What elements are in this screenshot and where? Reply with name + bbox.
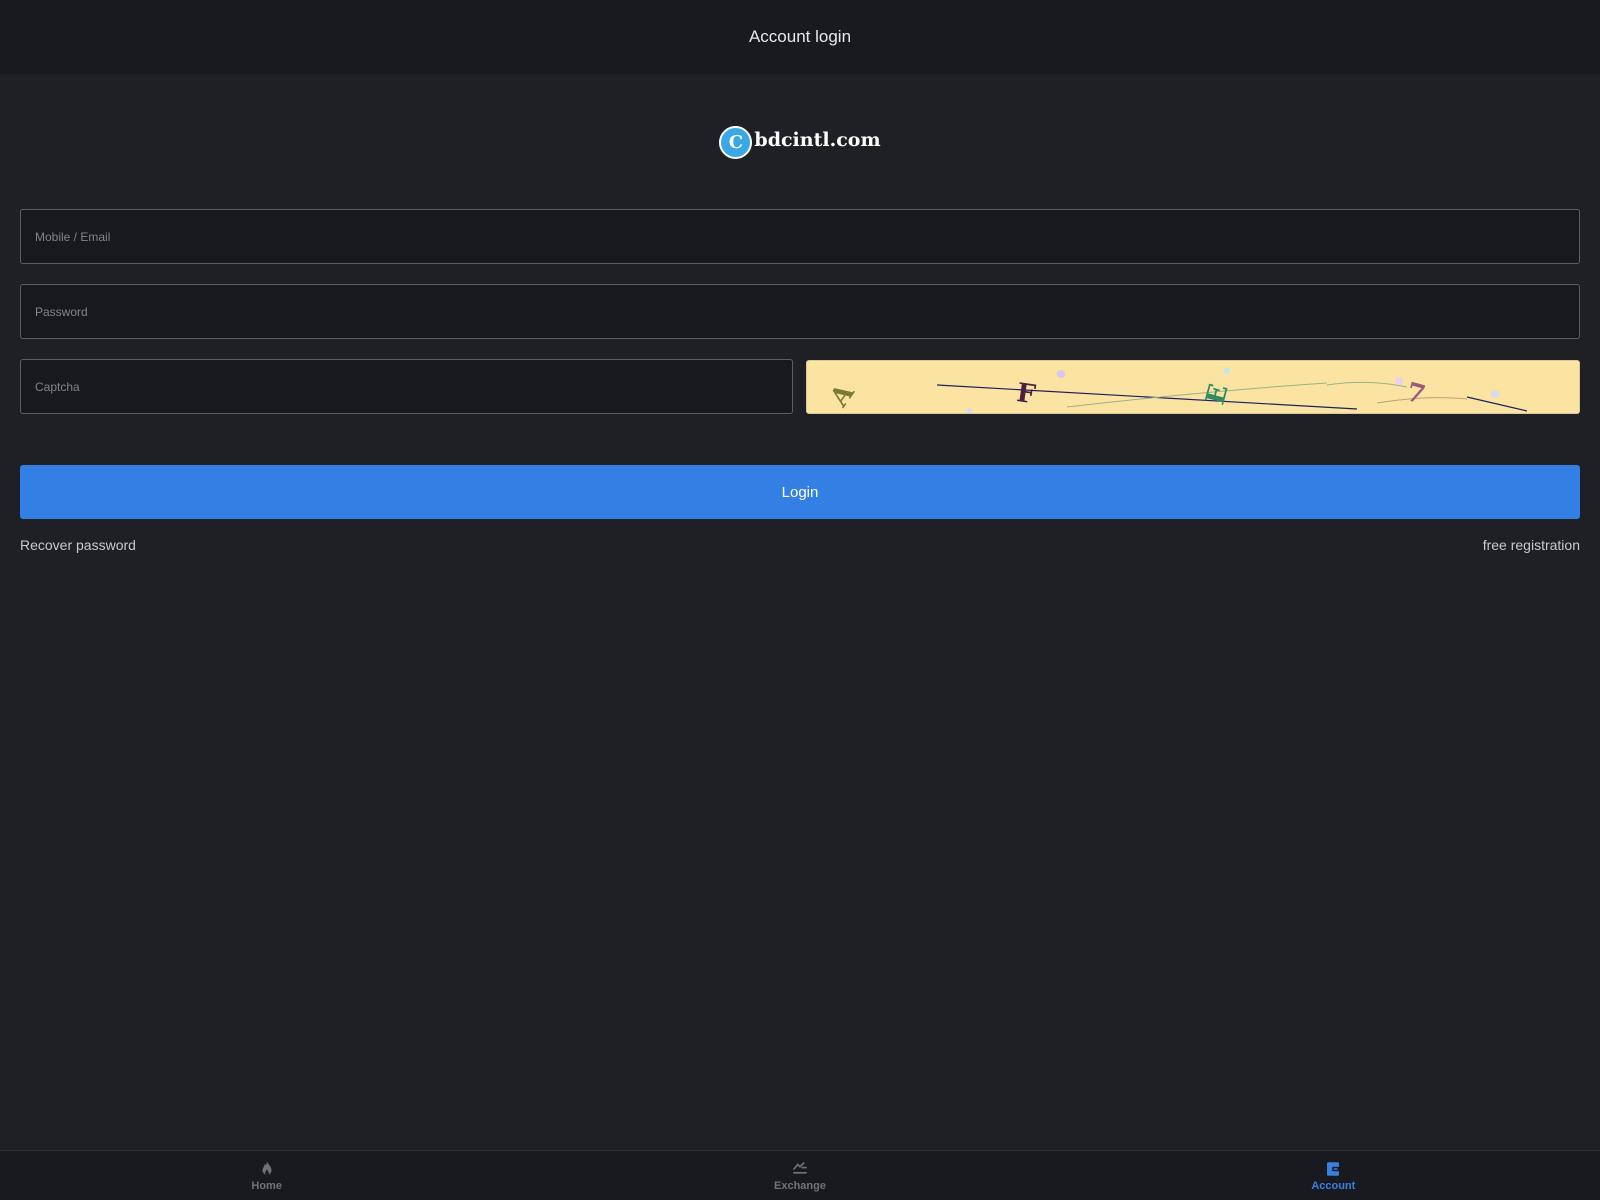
captcha-char-2: E <box>1201 381 1235 408</box>
exchange-icon <box>793 1161 807 1174</box>
tab-home-label: Home <box>251 1179 282 1192</box>
captcha-char-1: F <box>1015 378 1038 410</box>
captcha-image[interactable]: A F E 7 <box>806 360 1580 414</box>
captcha-input[interactable] <box>21 360 792 413</box>
bottom-tab-bar: Home Exchange Account <box>0 1150 1600 1200</box>
captcha-noise-graphic: A F E 7 <box>824 368 1528 413</box>
free-registration-link[interactable]: free registration <box>1483 537 1580 553</box>
logo-text-wrap: bdcintl.com <box>754 124 880 160</box>
flame-icon <box>262 1161 272 1175</box>
tab-home[interactable]: Home <box>0 1151 533 1200</box>
logo-badge-icon: C <box>719 125 753 159</box>
mobile-email-field[interactable] <box>20 209 1580 264</box>
captcha-char-0: A <box>824 378 861 413</box>
tab-exchange[interactable]: Exchange <box>533 1151 1066 1200</box>
password-field[interactable] <box>20 284 1580 339</box>
page-title: Account login <box>748 27 852 46</box>
logo-text: bdcintl.com <box>754 129 881 151</box>
recover-password-link[interactable]: Recover password <box>20 537 136 553</box>
wallet-icon <box>1327 1161 1340 1176</box>
logo-badge-letter: C <box>728 131 744 153</box>
captcha-field[interactable] <box>20 359 793 414</box>
logo: C bdcintl.com <box>0 124 1600 160</box>
tab-account-label: Account <box>1311 1179 1356 1192</box>
password-input[interactable] <box>21 285 1579 338</box>
captcha-char-3: 7 <box>1403 377 1428 411</box>
header: Account login <box>0 0 1600 74</box>
tab-account[interactable]: Account <box>1067 1151 1600 1200</box>
login-button[interactable]: Login <box>20 465 1580 519</box>
mobile-email-input[interactable] <box>21 210 1579 263</box>
tab-exchange-label: Exchange <box>774 1179 826 1192</box>
